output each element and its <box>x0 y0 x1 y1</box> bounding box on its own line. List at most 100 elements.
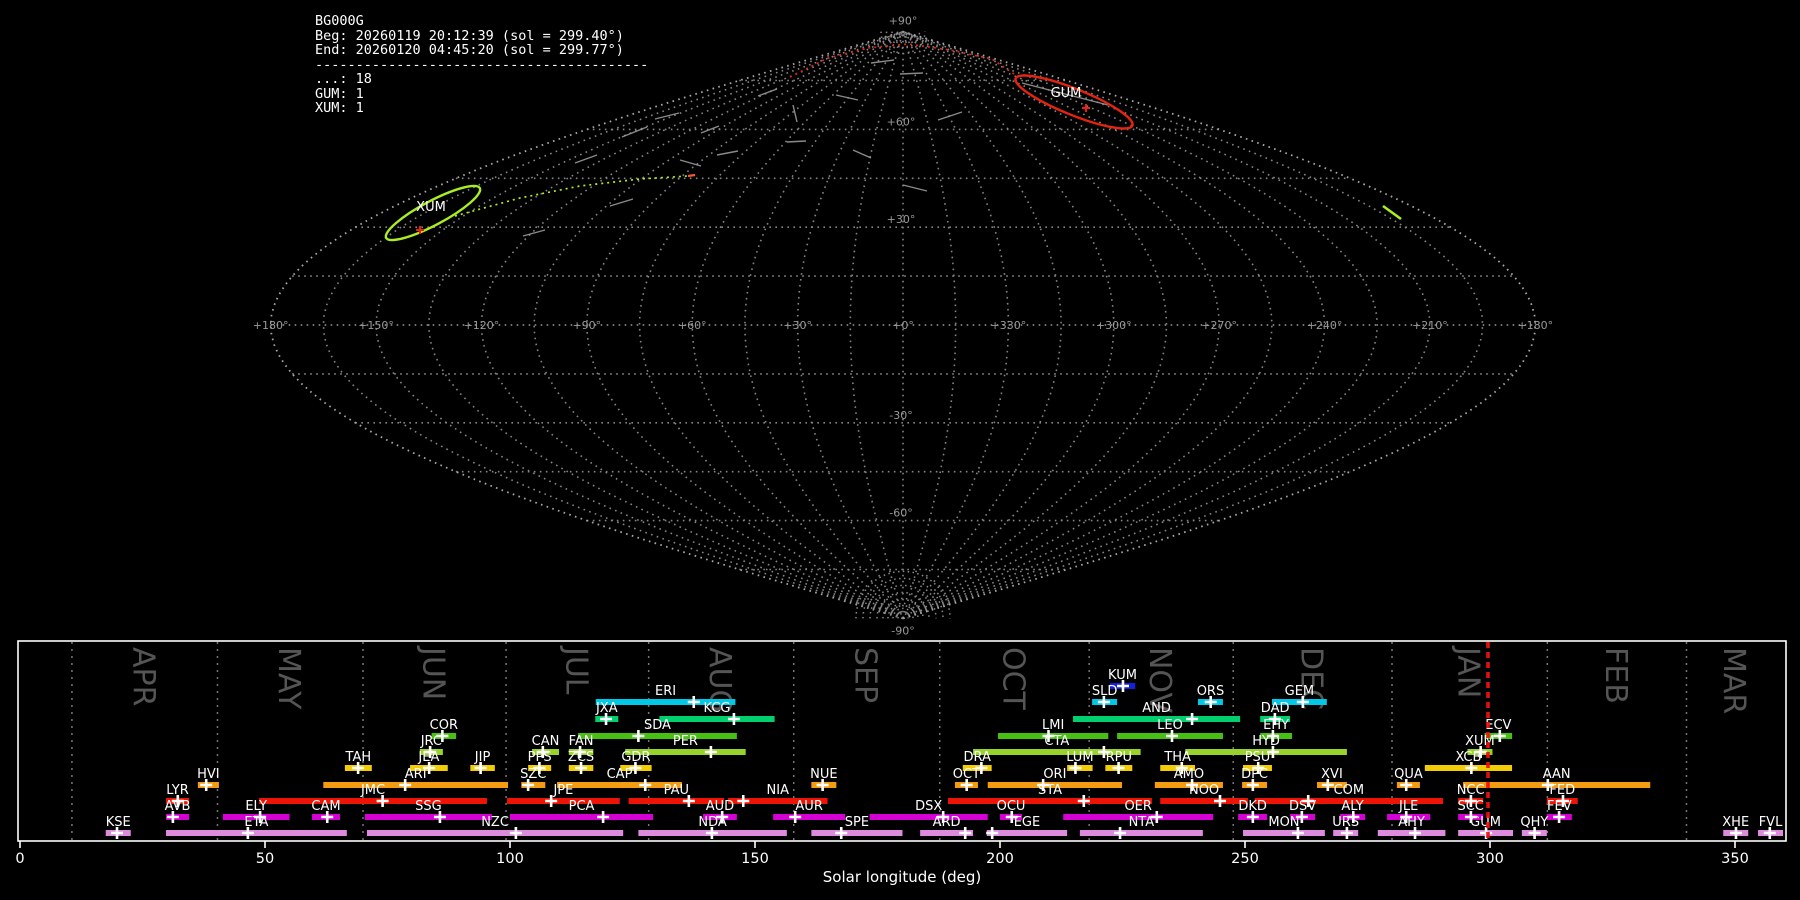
map-longitude-label: +330° <box>991 319 1027 332</box>
map-longitude-label: +180° <box>253 319 289 332</box>
x-tick-label: 0 <box>15 851 24 867</box>
meteor-trail <box>679 159 702 167</box>
shower-label-avb: AVB <box>165 799 191 814</box>
shower-label-hyd: HYD <box>1252 734 1280 749</box>
shower-label-jip: JIP <box>474 750 491 765</box>
shower-label-jpe: JPE <box>552 783 573 798</box>
shower-bar-ege <box>986 830 1068 836</box>
shower-label-ehy: EHY <box>1263 718 1289 733</box>
count-xum: XUM: 1 <box>315 100 364 116</box>
shower-bar-dsx <box>869 814 988 820</box>
shower-label-hvi: HVI <box>197 767 220 782</box>
meteor-trail <box>852 149 872 159</box>
shower-bar-ari <box>323 782 509 788</box>
map-longitude-label: +60° <box>678 319 707 332</box>
month-label: JUN <box>416 645 451 700</box>
x-tick-label: 300 <box>1476 851 1504 867</box>
peak-marker-nzc <box>509 827 522 839</box>
meteor-trail <box>609 198 634 207</box>
shower-bar-jpe <box>507 798 620 804</box>
x-tick-label: 100 <box>496 851 524 867</box>
shower-bar-eta <box>166 830 347 836</box>
shower-label-com: COM <box>1334 783 1365 798</box>
map-longitude-label: +30° <box>783 319 812 332</box>
month-label: MAR <box>1716 647 1751 714</box>
shower-bar-kcg <box>659 716 775 722</box>
meteor-trail <box>716 150 739 156</box>
shower-label-xvi: XVI <box>1321 767 1343 782</box>
shower-label-dsx: DSX <box>915 799 942 814</box>
map-latitude-label: +60° <box>887 115 916 128</box>
month-label: APR <box>126 647 161 706</box>
shower-label-oer: OER <box>1124 799 1151 814</box>
shower-label-jle: JLE <box>1398 799 1418 814</box>
map-latitude-label: +30° <box>887 213 916 226</box>
map-longitude-label: +180° <box>1517 319 1553 332</box>
shower-label-nia: NIA <box>767 783 790 798</box>
app-window: +90° -90° +60° +30° -30° -60° +180° +150° +120° +… <box>0 0 1800 900</box>
peak-marker-sta <box>1077 795 1090 807</box>
map-longitude-label: +210° <box>1412 319 1448 332</box>
peak-marker-eri <box>687 696 700 708</box>
peak-marker-ege <box>986 827 999 839</box>
gum-drift-line <box>789 43 1015 78</box>
shower-label-qua: QUA <box>1394 767 1423 782</box>
meteor-trail <box>899 72 924 75</box>
month-label: JUL <box>558 645 593 695</box>
shower-label-lum: LUM <box>1066 750 1093 765</box>
map-pole-label: +90° <box>889 15 918 28</box>
xum-drift-line <box>454 175 689 217</box>
peak-marker-nia <box>737 795 750 807</box>
peak-marker-cap <box>639 779 652 791</box>
shower-bar-spe <box>811 830 903 836</box>
meteor-trail <box>937 111 963 121</box>
map-pole-label: -90° <box>891 624 914 637</box>
map-latitude-label: -30° <box>889 409 912 422</box>
month-label: MAY <box>271 647 306 710</box>
map-longitude-label: +300° <box>1096 319 1132 332</box>
shower-label-leo: LEO <box>1157 718 1183 733</box>
map-longitude-label: +240° <box>1307 319 1343 332</box>
map-longitude-label: +120° <box>464 319 500 332</box>
shower-label-kcg: KCG <box>704 701 731 716</box>
shower-label-sda: SDA <box>644 718 671 733</box>
shower-label-pca: PCA <box>569 799 595 814</box>
shower-label-dpc: DPC <box>1241 767 1268 782</box>
shower-label-gem: GEM <box>1285 684 1315 699</box>
observation-header: BG000G Beg: 20260119 20:12:39 (sol = 299… <box>315 14 648 116</box>
activity-chart: APR MAY JUN JUL AUG SEP OCT NOV DEC JAN FEB MARKUME… <box>15 640 1787 886</box>
shower-bar-aur <box>773 814 846 820</box>
shower-label-can: CAN <box>532 734 560 749</box>
x-tick-label: 250 <box>1231 851 1259 867</box>
shower-label-eri: ERI <box>655 684 676 699</box>
shower-bar-sta <box>948 798 1152 804</box>
shower-label-xcb: XCB <box>1455 750 1481 765</box>
shower-label-nta: NTA <box>1129 815 1155 830</box>
radiant-label-xum: XUM <box>416 200 446 215</box>
shower-label-sta: STA <box>1038 783 1062 798</box>
shower-label-dra: DRA <box>964 750 992 765</box>
shower-label-spe: SPE <box>845 815 869 830</box>
shower-bar-nta <box>1079 830 1203 836</box>
peak-marker-ard <box>959 827 972 839</box>
shower-label-pau: PAU <box>664 783 689 798</box>
shower-label-ori: ORI <box>1043 767 1066 782</box>
shower-label-ely: ELY <box>245 799 267 814</box>
shower-label-and: AND <box>1142 701 1171 716</box>
peak-marker-per <box>704 746 717 758</box>
shower-label-ege: EGE <box>1014 815 1041 830</box>
meteor-trail <box>621 126 648 138</box>
green-segment <box>1382 204 1402 221</box>
shower-label-cap: CAP <box>607 767 633 782</box>
month-label: SEP <box>848 647 883 703</box>
shower-bar-jmc <box>259 798 487 804</box>
meteor-trail <box>757 88 778 97</box>
shower-label-mon: MON <box>1268 815 1299 830</box>
shower-label-ahy: AHY <box>1398 815 1425 830</box>
shower-label-tha: THA <box>1163 750 1191 765</box>
map-pole-ring <box>885 31 921 49</box>
meteor-trail <box>786 140 807 143</box>
meteor-trail <box>700 125 720 134</box>
peak-marker-pca <box>597 811 610 823</box>
meteor-trail <box>654 112 680 120</box>
